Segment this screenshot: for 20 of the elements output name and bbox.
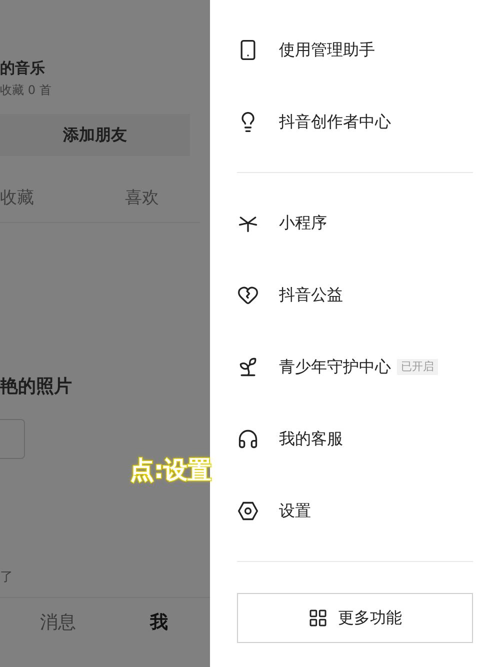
add-friend-button[interactable]: 添加朋友 bbox=[0, 114, 190, 156]
menu-item[interactable]: 小程序 bbox=[237, 187, 473, 259]
note-text: 了 bbox=[0, 569, 14, 587]
settings-icon bbox=[237, 500, 259, 522]
music-count: 收藏 0 首 bbox=[0, 82, 52, 98]
menu-item[interactable]: 抖音公益 bbox=[237, 259, 473, 331]
section-title: 艳的照片 bbox=[0, 375, 73, 399]
menu-item[interactable]: 使用管理助手 bbox=[237, 14, 473, 86]
menu-item[interactable]: 设置 bbox=[237, 475, 473, 547]
menu-item[interactable]: 我的客服 bbox=[237, 403, 473, 475]
menu-item[interactable]: 青少年守护中心 已开启 bbox=[237, 331, 473, 403]
music-title: 的音乐 bbox=[0, 58, 46, 78]
grid-icon bbox=[308, 608, 328, 628]
heart-icon bbox=[237, 284, 259, 306]
headset-icon bbox=[237, 428, 259, 450]
menu-item[interactable]: 抖音创作者中心 bbox=[237, 86, 473, 158]
more-features-button[interactable]: 更多功能 bbox=[237, 593, 473, 643]
status-badge: 已开启 bbox=[397, 359, 438, 375]
sprout-icon bbox=[237, 356, 259, 378]
nav-tab[interactable]: 我 bbox=[150, 611, 168, 635]
